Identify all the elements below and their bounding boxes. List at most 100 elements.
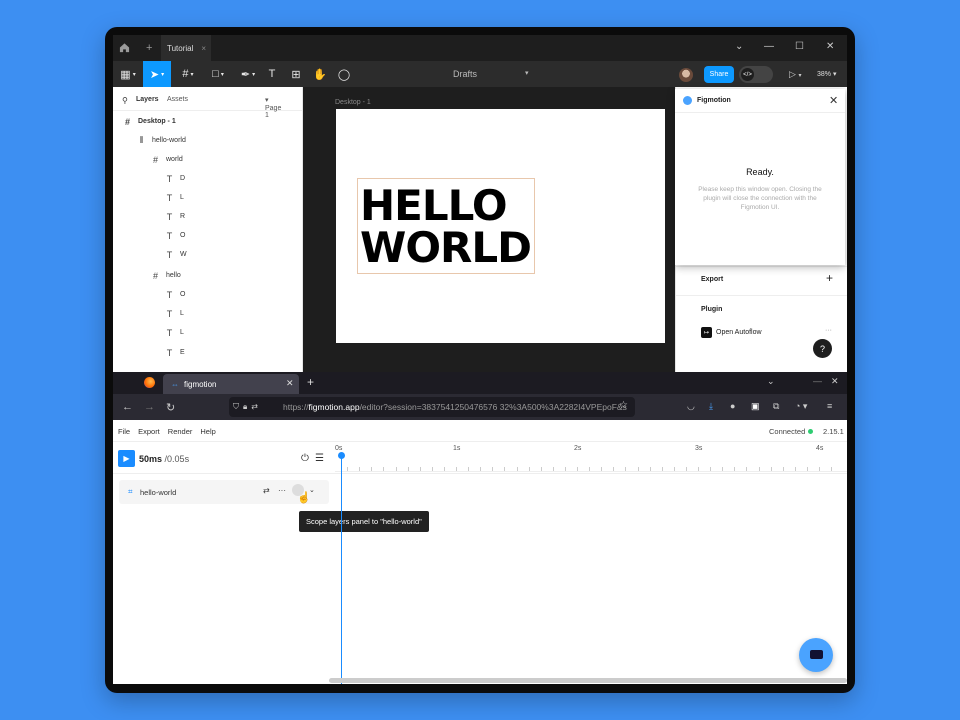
bookmark-star-icon[interactable]: ☆	[619, 400, 628, 411]
layer-hello-world[interactable]: ⦀ hello-world	[137, 131, 186, 150]
hello-world-text[interactable]: HELLO WORLD	[357, 178, 535, 274]
divider	[676, 295, 847, 296]
frame-label[interactable]: Desktop - 1	[335, 99, 371, 106]
canvas[interactable]: Desktop - 1 HELLO WORLD	[303, 87, 675, 372]
main-menu-button[interactable]: ▦ ▾	[117, 61, 139, 87]
file-location[interactable]: Drafts	[453, 69, 477, 79]
layer-text[interactable]: TL	[165, 323, 184, 342]
timeline-ruler[interactable]: 0s 1s 2s 3s 4s	[335, 442, 847, 472]
open-autoflow-item[interactable]: ↦ Open Autoflow	[701, 327, 762, 338]
move-tool-button[interactable]: ➤ ▾	[143, 61, 171, 87]
chevron-down-icon[interactable]: ⌄	[735, 41, 743, 52]
back-arrow-icon[interactable]: ←	[122, 401, 133, 413]
ruler-minor-tick	[770, 467, 772, 471]
avatar[interactable]	[679, 68, 693, 82]
time-display[interactable]: 50ms /0.05s	[139, 454, 189, 464]
tab-layers[interactable]: Layers	[136, 96, 159, 103]
close-icon[interactable]: ✕	[829, 94, 838, 107]
tab-tutorial[interactable]: Tutorial ×	[161, 35, 211, 61]
extensions-puzzle-icon[interactable]: ⧉	[773, 401, 779, 412]
layer-text[interactable]: TL	[165, 188, 184, 207]
ruler-minor-tick	[819, 467, 820, 471]
hamburger-menu-icon[interactable]: ≡	[827, 401, 832, 411]
layer-text[interactable]: TO	[165, 285, 186, 304]
site-info-icons[interactable]: ⛉🔒︎⇄	[233, 402, 262, 412]
chat-button[interactable]	[799, 638, 833, 672]
close-window-button[interactable]: ✕	[831, 376, 839, 387]
layer-text[interactable]: TD	[165, 169, 185, 188]
play-icon: ▷	[789, 69, 796, 79]
status-label: Connected	[769, 427, 806, 436]
reload-icon[interactable]: ↻	[166, 401, 175, 414]
pen-tool-button[interactable]: ✒ ▾	[235, 61, 261, 87]
ruler-minor-tick	[577, 467, 578, 471]
horizontal-scrollbar[interactable]	[329, 678, 847, 683]
search-icon[interactable]: ⚲	[122, 96, 128, 105]
url-path: /editor?session=3837541250476576 32%3A50…	[359, 402, 627, 412]
hand-tool-button[interactable]: ✋	[311, 61, 329, 87]
play-icon: ▶	[123, 454, 130, 463]
cursor-icon: ➤	[149, 68, 160, 81]
text-tool-button[interactable]: T	[263, 61, 281, 87]
tab-close-icon[interactable]: ×	[201, 44, 206, 53]
desktop-frame[interactable]: HELLO WORLD	[336, 109, 665, 343]
add-export-button[interactable]: +	[826, 271, 833, 285]
layer-text[interactable]: TR	[165, 207, 185, 226]
frame-tool-button[interactable]: # ▾	[175, 61, 201, 87]
resources-button[interactable]: ⊞	[287, 61, 305, 87]
layer-text[interactable]: TL	[165, 304, 184, 323]
more-icon[interactable]: ···	[278, 486, 286, 495]
text-icon: T	[166, 289, 173, 300]
account-icon[interactable]: ●	[730, 401, 735, 411]
home-icon[interactable]	[119, 42, 130, 53]
layer-hello[interactable]: # hello	[151, 266, 181, 285]
download-icon[interactable]: ⤓	[709, 401, 713, 412]
layer-text[interactable]: TO	[165, 226, 186, 245]
comment-icon: ◯	[337, 68, 351, 81]
layer-desktop-1[interactable]: # Desktop - 1	[123, 112, 176, 131]
extension-icon[interactable]: ▣	[751, 401, 760, 412]
present-button[interactable]: ▷ ▾	[789, 69, 801, 80]
firefox-icon[interactable]	[144, 377, 155, 388]
share-button[interactable]: Share	[704, 66, 734, 83]
layer-world[interactable]: # world	[151, 150, 183, 169]
menu-export[interactable]: Export	[138, 427, 160, 436]
power-icon[interactable]: ⏻	[301, 453, 309, 464]
help-button[interactable]: ?	[813, 339, 832, 358]
playhead-line[interactable]	[341, 456, 342, 684]
minimize-button[interactable]: —	[764, 41, 774, 52]
menu-render[interactable]: Render	[168, 427, 193, 436]
comment-tool-button[interactable]: ◯	[335, 61, 353, 87]
plugin-window-title: Figmotion	[697, 97, 731, 104]
list-icon[interactable]: ☰	[315, 453, 324, 464]
plugin-window-header[interactable]: Figmotion	[675, 89, 845, 113]
sliders-icon[interactable]: ⇄	[263, 486, 270, 495]
layer-text[interactable]: TW	[165, 245, 187, 264]
close-window-button[interactable]: ✕	[826, 41, 834, 52]
pocket-icon[interactable]: ◡	[687, 401, 695, 412]
ruler-minor-tick	[734, 467, 736, 471]
chevron-down-icon[interactable]: ▾	[525, 69, 529, 77]
new-tab-button[interactable]: +	[307, 375, 314, 389]
maximize-button[interactable]: ☐	[795, 41, 804, 52]
figmotion-favicon-icon: ⇔	[171, 379, 179, 389]
play-button[interactable]: ▶	[118, 450, 135, 467]
more-icon[interactable]: ···	[825, 327, 832, 334]
chevron-down-icon[interactable]: ⌄	[767, 376, 775, 387]
total-duration: /0.05s	[164, 454, 190, 464]
menu-help[interactable]: Help	[200, 427, 215, 436]
forward-arrow-icon[interactable]: →	[144, 401, 155, 413]
minimize-button[interactable]: —	[813, 376, 822, 386]
new-tab-button[interactable]: +	[146, 42, 152, 54]
tab-figmotion[interactable]: ⇔ figmotion ✕	[163, 374, 299, 394]
tab-close-icon[interactable]: ✕	[286, 378, 294, 389]
page-selector[interactable]: Page 1 ▾	[265, 96, 281, 119]
menu-file[interactable]: File	[118, 427, 130, 436]
url-bar[interactable]: https://figmotion.app/editor?session=383…	[229, 397, 635, 417]
shape-tool-button[interactable]: □ ▾	[205, 61, 231, 87]
sync-icon[interactable]: ◔ ▾	[795, 401, 807, 412]
dev-mode-toggle[interactable]: </>	[739, 66, 773, 83]
tab-assets[interactable]: Assets	[167, 96, 188, 103]
layer-text[interactable]: TE	[165, 343, 185, 362]
zoom-menu[interactable]: 38% ▾	[817, 70, 836, 78]
